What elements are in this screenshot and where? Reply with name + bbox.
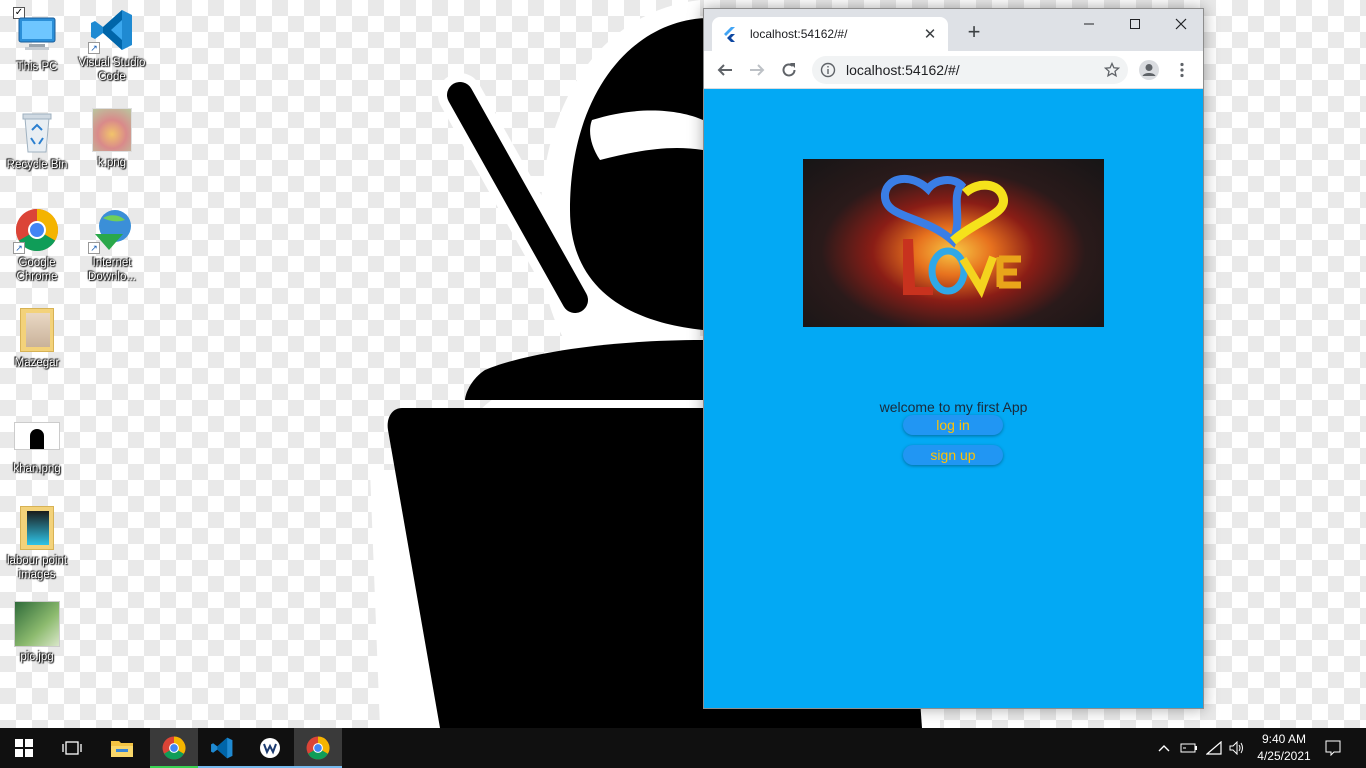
profile-button[interactable] [1136, 57, 1162, 83]
desktop-icon-labour-point-images[interactable]: labour point images [1, 504, 73, 582]
maximize-icon [1130, 19, 1140, 29]
profile-avatar-icon [1139, 60, 1159, 80]
back-button[interactable] [712, 57, 738, 83]
desktop-icon-this-pc[interactable]: This PC [1, 10, 73, 74]
desktop-icon-label: labour point images [6, 555, 68, 581]
forward-button[interactable] [744, 57, 770, 83]
desktop-icon-pic-jpg[interactable]: pic.jpg [1, 600, 73, 664]
image-thumbnail-icon [13, 600, 61, 648]
desktop-icon-label: This PC [16, 61, 58, 73]
battery-icon [1180, 743, 1197, 753]
task-view-icon [62, 741, 82, 755]
speaker-icon [1229, 741, 1243, 755]
show-hidden-icons-button[interactable] [1154, 728, 1174, 768]
more-vert-icon [1180, 62, 1184, 78]
notification-icon [1325, 740, 1341, 756]
browser-window: localhost:54162/#/ ✕ + localhost:54162/#… [703, 8, 1204, 709]
wifi-icon [1206, 741, 1222, 755]
taskbar-file-explorer[interactable] [98, 728, 146, 768]
app-page: welcome to my first App log in sign up [704, 89, 1203, 708]
back-arrow-icon [717, 64, 732, 76]
welcome-text: welcome to my first App [879, 399, 1028, 415]
desktop-icon-label: Mazegar [14, 357, 60, 369]
desktop-icon-k-png[interactable]: k.png [76, 106, 148, 170]
info-icon[interactable] [820, 62, 836, 78]
taskbar-app[interactable] [246, 728, 294, 768]
chevron-up-icon [1158, 745, 1170, 752]
minimize-icon [1084, 23, 1094, 25]
browser-tab[interactable]: localhost:54162/#/ ✕ [712, 17, 948, 51]
close-icon [1175, 18, 1187, 30]
image-thumbnail-icon [88, 106, 136, 154]
network-status-button[interactable] [1203, 728, 1225, 768]
desktop-icon-vscode[interactable]: ↗ Visual Studio Code [76, 6, 148, 84]
action-center-button[interactable] [1322, 728, 1344, 768]
taskbar: 9:40 AM 4/25/2021 [0, 728, 1366, 768]
battery-status-button[interactable] [1178, 728, 1200, 768]
chrome-icon: ↗ [13, 206, 61, 254]
love-heart-icon [881, 174, 1021, 299]
start-button[interactable] [0, 728, 48, 768]
vscode-icon: ↗ [88, 6, 136, 54]
address-bar[interactable]: localhost:54162/#/ [812, 56, 1128, 84]
shortcut-arrow-icon: ↗ [88, 42, 100, 54]
shortcut-arrow-icon: ↗ [88, 242, 100, 254]
chrome-icon [162, 736, 186, 760]
recycle-bin-icon [13, 108, 61, 156]
file-explorer-icon [111, 741, 133, 757]
desktop-icon-recycle-bin[interactable]: Recycle Bin [1, 108, 73, 172]
clock-time: 9:40 AM [1261, 732, 1307, 746]
browser-menu-button[interactable] [1169, 57, 1195, 83]
desktop-icon-label: khan.png [13, 463, 61, 475]
this-pc-icon [13, 10, 61, 58]
forward-arrow-icon [750, 64, 765, 76]
bookmark-star-icon[interactable] [1104, 62, 1120, 78]
task-view-button[interactable] [48, 728, 96, 768]
flutter-favicon-icon [724, 27, 735, 42]
app-icon [260, 738, 280, 758]
chrome-icon [306, 736, 330, 760]
login-button[interactable]: log in [903, 415, 1003, 435]
system-clock[interactable]: 9:40 AM 4/25/2021 [1248, 731, 1320, 765]
internet-download-manager-icon: ↗ [88, 206, 136, 254]
reload-button[interactable] [776, 57, 802, 83]
taskbar-chrome-2[interactable] [294, 728, 342, 768]
folder-icon [13, 306, 61, 354]
folder-icon [13, 504, 61, 552]
close-window-button[interactable] [1158, 9, 1203, 39]
desktop-icon-mazegar-folder[interactable]: Mazegar [1, 306, 73, 370]
desktop-icon-label: pic.jpg [20, 651, 54, 663]
reload-icon [782, 63, 796, 77]
taskbar-vscode[interactable] [198, 728, 246, 768]
browser-titlebar: localhost:54162/#/ ✕ + [704, 9, 1203, 51]
browser-toolbar: localhost:54162/#/ [704, 51, 1203, 89]
tab-close-icon[interactable]: ✕ [922, 25, 938, 43]
image-thumbnail-icon [13, 412, 61, 460]
desktop-icon-label: k.png [97, 157, 127, 169]
taskbar-chrome-1[interactable] [150, 728, 198, 768]
clock-date: 4/25/2021 [1257, 749, 1311, 763]
desktop-icon-google-chrome[interactable]: ↗ Google Chrome [1, 206, 73, 284]
desktop-icon-label: Visual Studio Code [78, 57, 146, 83]
signup-button[interactable]: sign up [903, 445, 1003, 465]
desktop-icon-label: Internet Downlo... [88, 257, 136, 283]
shortcut-arrow-icon: ↗ [13, 242, 25, 254]
desktop-icon-khan-png[interactable]: khan.png [1, 412, 73, 476]
address-url[interactable]: localhost:54162/#/ [846, 62, 1104, 78]
love-hero-image [803, 159, 1104, 327]
windows-logo-icon [15, 739, 33, 757]
desktop-icon-label: Recycle Bin [6, 159, 68, 171]
maximize-button[interactable] [1112, 9, 1158, 39]
new-tab-button[interactable]: + [962, 21, 986, 45]
minimize-button[interactable] [1066, 9, 1112, 39]
desktop-icon-label: Google Chrome [16, 257, 58, 283]
desktop-icon-internet-download-manager[interactable]: ↗ Internet Downlo... [76, 206, 148, 284]
volume-button[interactable] [1227, 728, 1247, 768]
vscode-icon [211, 737, 233, 759]
tab-title: localhost:54162/#/ [750, 27, 848, 41]
